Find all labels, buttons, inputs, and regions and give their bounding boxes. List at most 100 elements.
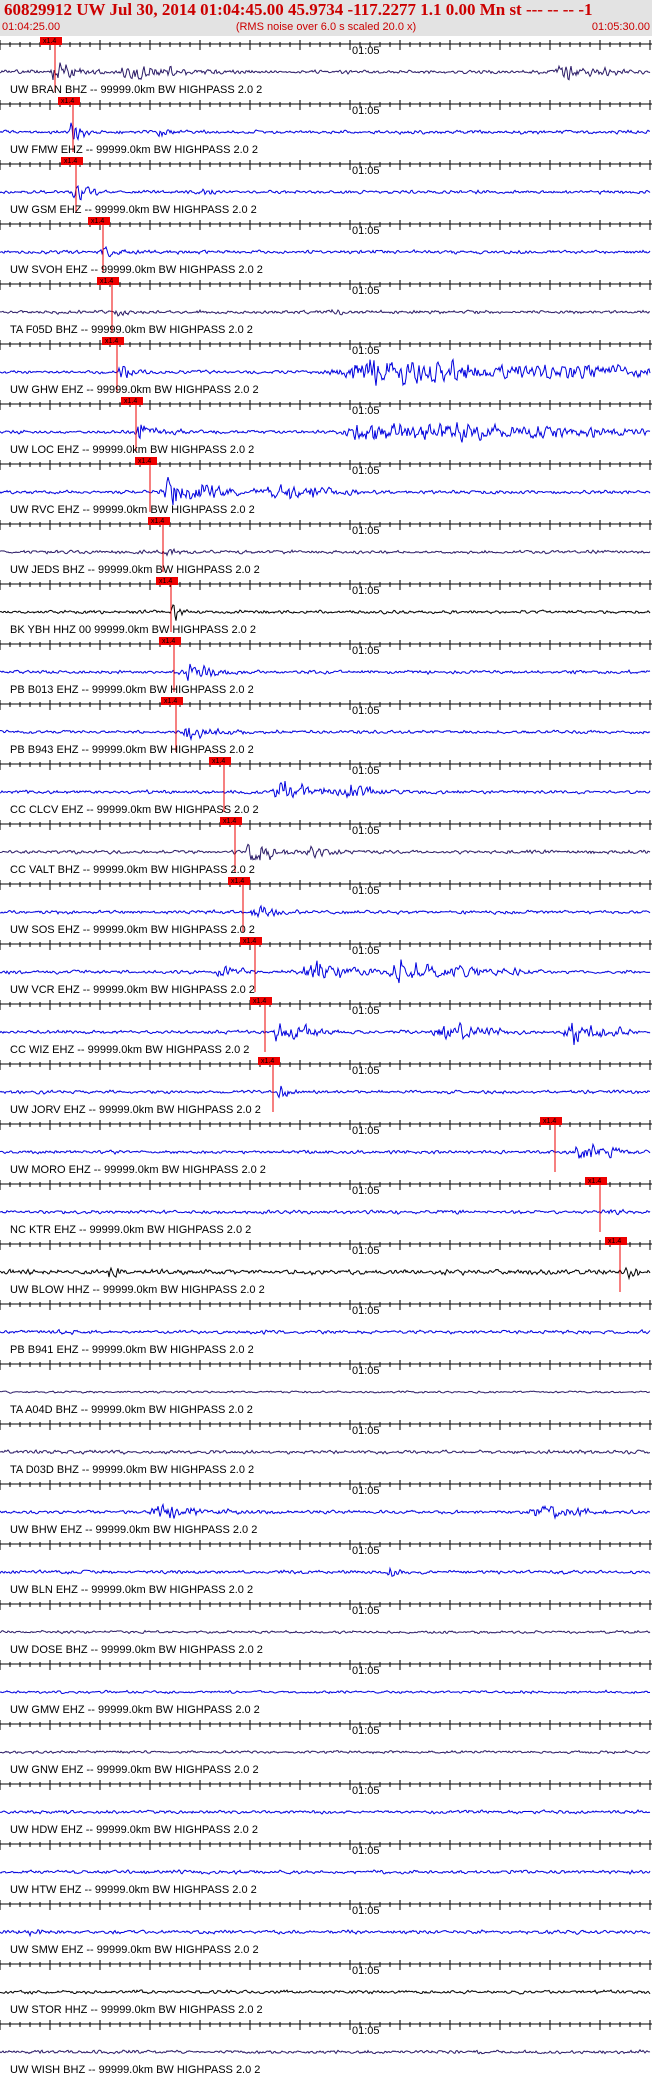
pick-label: x1.4 bbox=[43, 38, 56, 45]
time-tick-label: 01:05 bbox=[352, 1845, 380, 1857]
station-label: UW WISH BHZ -- 99999.0km BW HIGHPASS 2.0… bbox=[10, 2064, 260, 2076]
trace-panel: 01:05 TA D03D BHZ -- 99999.0km BW HIGHPAS… bbox=[0, 1420, 652, 1476]
trace-panel: 01:05 UW SMW EHZ -- 99999.0km BW HIGHPASS… bbox=[0, 1900, 652, 1956]
trace-panel: 01:05 x1.4 UW BLOW HHZ -- 99999.0km BW HIG… bbox=[0, 1237, 652, 1296]
trace-panel: 01:05 PB B941 EHZ -- 99999.0km BW HIGHPAS… bbox=[0, 1300, 652, 1356]
trace-panel: 01:05 x1.4 UW MORO EHZ -- 99999.0km BW HIG… bbox=[0, 1117, 652, 1176]
waveform bbox=[0, 1989, 651, 1995]
time-tick-label: 01:05 bbox=[352, 1965, 380, 1977]
station-label: TA D03D BHZ -- 99999.0km BW HIGHPASS 2.0… bbox=[10, 1464, 254, 1476]
waveform bbox=[0, 1208, 651, 1216]
waveform bbox=[0, 62, 651, 81]
time-tick-label: 01:05 bbox=[352, 1545, 380, 1557]
pick-label: x1.4 bbox=[543, 1118, 556, 1125]
waveform bbox=[0, 1266, 651, 1281]
seismogram-plot: 01:05 x1.4 UW BRAN BHZ -- 99999.0km BW HIG… bbox=[0, 37, 652, 2076]
pick-label: x1.4 bbox=[243, 938, 256, 945]
waveform bbox=[0, 727, 651, 742]
time-tick-label: 01:05 bbox=[352, 2025, 380, 2037]
trace-panel: 01:05 UW GMW EHZ -- 99999.0km BW HIGHPASS… bbox=[0, 1660, 652, 1716]
station-label: PB B941 EHZ -- 99999.0km BW HIGHPASS 2.0… bbox=[10, 1344, 254, 1356]
waveform bbox=[0, 1021, 651, 1045]
trace-panel: 01:05 x1.4 BK YBH HHZ 00 99999.0km BW HIGH… bbox=[0, 577, 652, 636]
trace-panel: 01:05 x1.4 PB B943 EHZ -- 99999.0km BW HIG… bbox=[0, 697, 652, 756]
trace-panel: 01:05 TA A04D BHZ -- 99999.0km BW HIGHPAS… bbox=[0, 1360, 652, 1416]
pick-label: x1.4 bbox=[261, 1058, 274, 1065]
time-tick-label: 01:05 bbox=[352, 1065, 380, 1077]
waveform bbox=[0, 1390, 651, 1394]
time-tick-label: 01:05 bbox=[352, 1365, 380, 1377]
time-tick-label: 01:05 bbox=[352, 465, 380, 477]
trace-panel: 01:05 x1.4 CC WIZ EHZ -- 99999.0km BW HIGH… bbox=[0, 997, 652, 1056]
station-label: CC VALT BHZ -- 99999.0km BW HIGHPASS 2.0… bbox=[10, 864, 255, 876]
station-label: CC WIZ EHZ -- 99999.0km BW HIGHPASS 2.0 … bbox=[10, 1044, 249, 1056]
time-tick-label: 01:05 bbox=[352, 885, 380, 897]
waveform bbox=[0, 1448, 651, 1455]
trace-panel: 01:05 UW BLN EHZ -- 99999.0km BW HIGHPASS… bbox=[0, 1540, 652, 1596]
waveform bbox=[0, 476, 651, 506]
time-tick-label: 01:05 bbox=[352, 1185, 380, 1197]
time-tick-label: 01:05 bbox=[352, 285, 380, 297]
event-title: 60829912 UW Jul 30, 2014 01:04:45.00 45.… bbox=[4, 0, 593, 19]
station-label: PB B943 EHZ -- 99999.0km BW HIGHPASS 2.0… bbox=[10, 744, 254, 756]
pick-label: x1.4 bbox=[223, 818, 236, 825]
pick-label: x1.4 bbox=[164, 698, 177, 705]
end-time: 01:05:30.00 bbox=[591, 21, 650, 33]
waveform bbox=[0, 1629, 651, 1635]
waveform bbox=[0, 959, 651, 984]
pick-label: x1.4 bbox=[64, 158, 77, 165]
waveform bbox=[0, 1502, 650, 1520]
trace-panel: 01:05 x1.4 UW JORV EHZ -- 99999.0km BW HIG… bbox=[0, 1057, 652, 1116]
station-label: UW GSM EHZ -- 99999.0km BW HIGHPASS 2.0 … bbox=[10, 204, 257, 216]
trace-panel: 01:05 UW WISH BHZ -- 99999.0km BW HIGHPAS… bbox=[0, 2020, 652, 2076]
time-tick-label: 01:05 bbox=[352, 1305, 380, 1317]
waveform bbox=[0, 1928, 651, 1938]
waveform bbox=[0, 1749, 651, 1755]
time-tick-label: 01:05 bbox=[352, 1665, 380, 1677]
waveform bbox=[0, 1142, 651, 1159]
station-label: UW FMW EHZ -- 99999.0km BW HIGHPASS 2.0 … bbox=[10, 144, 258, 156]
time-tick-label: 01:05 bbox=[352, 225, 380, 237]
station-label: UW BLN EHZ -- 99999.0km BW HIGHPASS 2.0 … bbox=[10, 1584, 253, 1596]
pick-label: x1.4 bbox=[151, 518, 164, 525]
waveform bbox=[0, 1869, 651, 1876]
trace-panel: 01:05 UW DOSE BHZ -- 99999.0km BW HIGHPAS… bbox=[0, 1600, 652, 1656]
station-label: UW SOS EHZ -- 99999.0km BW HIGHPASS 2.0 … bbox=[10, 924, 255, 936]
time-tick-label: 01:05 bbox=[352, 1905, 380, 1917]
trace-panel: 01:05 x1.4 NC KTR EHZ -- 99999.0km BW HIGH… bbox=[0, 1177, 652, 1236]
time-tick-label: 01:05 bbox=[352, 1125, 380, 1137]
waveform bbox=[0, 422, 651, 443]
time-tick-label: 01:05 bbox=[352, 765, 380, 777]
waveform bbox=[0, 663, 651, 681]
time-tick-label: 01:05 bbox=[352, 345, 380, 357]
pick-label: x1.4 bbox=[159, 578, 172, 585]
time-tick-label: 01:05 bbox=[352, 1725, 380, 1737]
pick-label: x1.4 bbox=[231, 878, 244, 885]
trace-panel: 01:05 x1.4 UW FMW EHZ -- 99999.0km BW HIGH… bbox=[0, 97, 652, 156]
trace-panel: 01:05 x1.4 UW GHW EHZ -- 99999.0km BW HIGH… bbox=[0, 337, 652, 396]
time-tick-label: 01:05 bbox=[352, 525, 380, 537]
station-label: BK YBH HHZ 00 99999.0km BW HIGHPASS 2.0 … bbox=[10, 624, 256, 636]
trace-panel: 01:05 x1.4 UW BRAN BHZ -- 99999.0km BW HIG… bbox=[0, 37, 652, 96]
station-label: UW JEDS BHZ -- 99999.0km BW HIGHPASS 2.0… bbox=[10, 564, 260, 576]
station-label: UW DOSE BHZ -- 99999.0km BW HIGHPASS 2.0… bbox=[10, 1644, 263, 1656]
station-label: UW BLOW HHZ -- 99999.0km BW HIGHPASS 2.0… bbox=[10, 1284, 265, 1296]
station-label: UW STOR HHZ -- 99999.0km BW HIGHPASS 2.0… bbox=[10, 2004, 263, 2016]
time-tick-label: 01:05 bbox=[352, 825, 380, 837]
station-label: UW SVOH EHZ -- 99999.0km BW HIGHPASS 2.0… bbox=[10, 264, 263, 276]
station-label: CC CLCV EHZ -- 99999.0km BW HIGHPASS 2.0… bbox=[10, 804, 259, 816]
trace-panel: 01:05 x1.4 UW SVOH EHZ -- 99999.0km BW HIG… bbox=[0, 217, 652, 276]
station-label: UW GHW EHZ -- 99999.0km BW HIGHPASS 2.0 … bbox=[10, 384, 259, 396]
pick-label: x1.4 bbox=[162, 638, 175, 645]
waveform bbox=[0, 604, 651, 621]
waveform bbox=[0, 1085, 651, 1099]
pick-label: x1.4 bbox=[212, 758, 225, 765]
time-tick-label: 01:05 bbox=[352, 945, 380, 957]
waveform bbox=[0, 1566, 651, 1577]
pick-label: x1.4 bbox=[253, 998, 266, 1005]
waveform bbox=[0, 2049, 651, 2055]
waveform bbox=[0, 357, 651, 387]
time-tick-label: 01:05 bbox=[352, 1485, 380, 1497]
waveform bbox=[0, 184, 651, 201]
time-tick-label: 01:05 bbox=[352, 1425, 380, 1437]
